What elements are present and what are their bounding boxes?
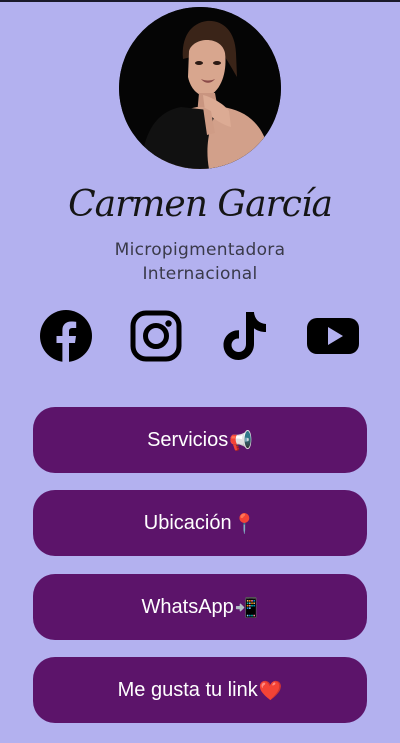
ubicacion-button[interactable]: Ubicación 📍: [33, 490, 367, 556]
megaphone-icon: 📢: [229, 429, 253, 452]
button-label: Servicios: [147, 428, 229, 451]
tiktok-icon[interactable]: [219, 310, 271, 362]
subtitle-line-2: Internacional: [142, 264, 258, 284]
button-label: Ubicación: [143, 511, 232, 534]
top-border: [0, 0, 400, 2]
avatar: [119, 7, 281, 169]
youtube-icon[interactable]: [307, 310, 359, 362]
phone-arrow-icon: 📲: [234, 596, 259, 619]
servicios-button[interactable]: Servicios 📢: [33, 407, 367, 473]
facebook-icon[interactable]: [40, 310, 92, 362]
button-label: WhatsApp: [141, 595, 234, 618]
heart-icon: ❤️: [258, 679, 283, 702]
button-label: Me gusta tu link: [117, 678, 258, 701]
location-pin-icon: 📍: [232, 512, 257, 535]
profile-subtitle: Micropigmentadora Internacional: [0, 238, 400, 286]
me-gusta-button[interactable]: Me gusta tu link ❤️: [33, 657, 367, 723]
instagram-icon[interactable]: [130, 310, 182, 362]
whatsapp-button[interactable]: WhatsApp 📲: [33, 574, 367, 640]
subtitle-line-1: Micropigmentadora: [114, 240, 286, 260]
profile-name: Carmen García: [68, 184, 333, 225]
